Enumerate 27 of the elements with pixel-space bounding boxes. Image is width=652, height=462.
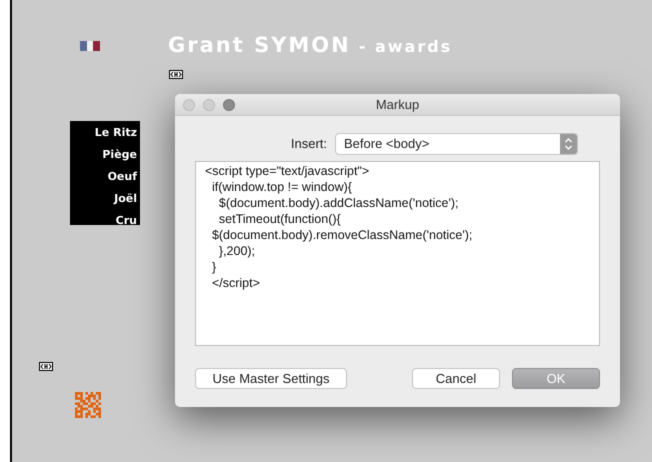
menu-link[interactable]: Piège bbox=[102, 144, 139, 165]
minimize-button[interactable] bbox=[203, 98, 215, 110]
code-line: $(document.body).addClassName('notice'); bbox=[218, 195, 458, 211]
cancel-button[interactable]: Cancel bbox=[412, 368, 500, 389]
zoom-button[interactable] bbox=[223, 98, 235, 110]
code-line: $(document.body).removeClassName('notice'); bbox=[210, 227, 472, 243]
menu-link[interactable]: Joël bbox=[114, 188, 139, 209]
insert-label: Insert: bbox=[290, 135, 327, 154]
insert-dropdown[interactable]: Before <body> bbox=[335, 133, 578, 155]
french-flag-icon bbox=[80, 41, 100, 51]
code-line: </script> bbox=[210, 275, 260, 291]
code-line: if(window.top != window){ bbox=[210, 179, 352, 195]
code-line: },200); bbox=[218, 243, 256, 259]
stepper-arrows-icon bbox=[560, 134, 577, 154]
html-tag-icon bbox=[169, 70, 183, 79]
html-tag-icon bbox=[39, 362, 53, 371]
master-settings-button[interactable]: Use Master Settings bbox=[195, 368, 347, 389]
code-line: <script type="text/javascript"> bbox=[205, 163, 370, 179]
code-line: } bbox=[210, 259, 216, 275]
menu-link[interactable]: Cru bbox=[116, 210, 139, 225]
code-line: setTimeout(function(){ bbox=[218, 211, 341, 227]
dialog-title: Markup bbox=[376, 96, 420, 114]
close-button[interactable] bbox=[183, 98, 195, 110]
menu-link[interactable]: Le Ritz bbox=[94, 122, 139, 143]
code-editor[interactable]: <script type="text/javascript"> if(window.top != window){ $(document.body).addClassName('notice'); setTimeout(function(){ $(document.body).removeClassName('notice'); },200); } </script> bbox=[195, 161, 600, 346]
menu-link[interactable]: Oeuf bbox=[108, 166, 139, 187]
qr-code-icon bbox=[75, 392, 101, 418]
